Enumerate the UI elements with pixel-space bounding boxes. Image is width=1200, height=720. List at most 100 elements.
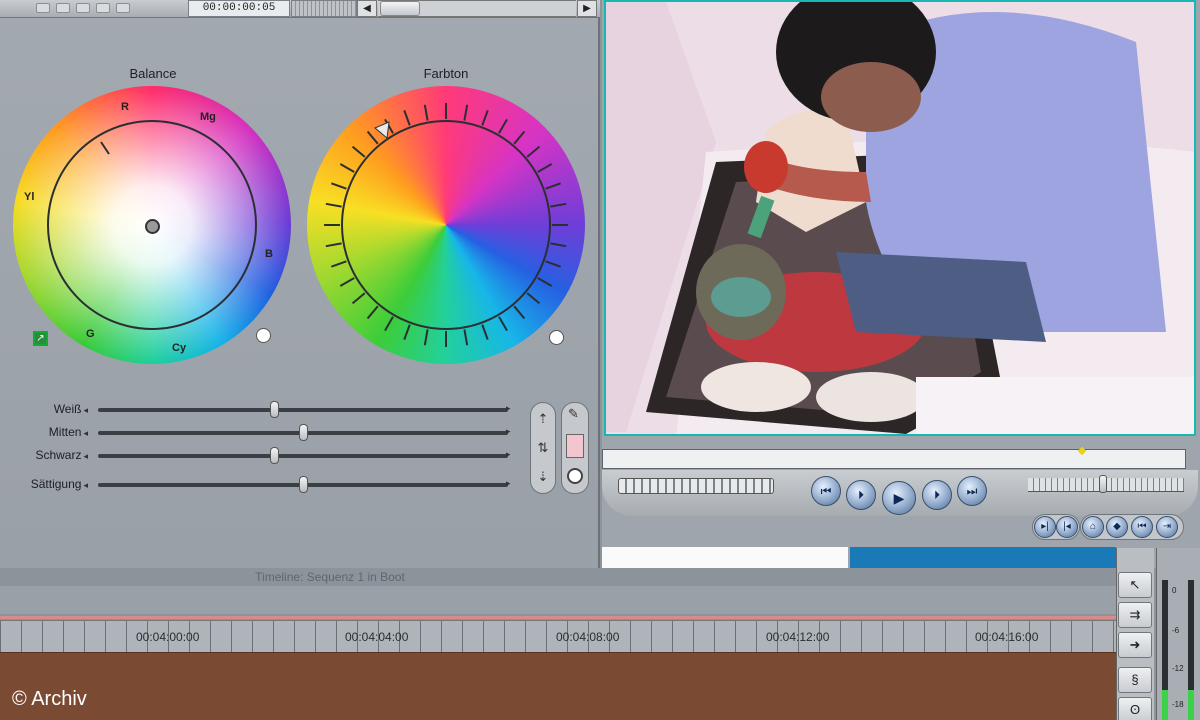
jog-control[interactable] bbox=[291, 0, 357, 17]
match-color-reset-icon[interactable] bbox=[567, 468, 583, 484]
slider-label: Sättigung bbox=[31, 477, 88, 491]
play-button[interactable]: ▶ bbox=[882, 481, 916, 515]
mark-clip-button[interactable]: ⌂ bbox=[1082, 516, 1104, 538]
razor-tool-icon[interactable]: § bbox=[1118, 667, 1152, 693]
play-in-to-out-button[interactable]: ⏵ bbox=[846, 480, 876, 510]
hue-tick bbox=[545, 182, 561, 190]
hue-tick bbox=[423, 329, 429, 346]
play-around-button[interactable]: ⏵ bbox=[922, 480, 952, 510]
hue-tick bbox=[351, 292, 366, 305]
hue-tick bbox=[498, 316, 508, 332]
hue-tick bbox=[481, 324, 489, 340]
wheel-letter-cy: Cy bbox=[172, 342, 187, 354]
scroll-right-button[interactable]: ▶ bbox=[577, 0, 597, 17]
hue-tick bbox=[526, 292, 541, 305]
hue-tick bbox=[331, 182, 347, 190]
hue-tick bbox=[513, 305, 526, 320]
hue-tick bbox=[403, 324, 411, 340]
hue-tick bbox=[513, 130, 526, 145]
slider-arrow-icon[interactable]: ▸ bbox=[506, 426, 511, 437]
slider-arrow-icon[interactable]: ▸ bbox=[506, 403, 511, 414]
hue-tick bbox=[339, 163, 355, 173]
add-keyframe-button[interactable]: ◆ bbox=[1106, 516, 1128, 538]
shuttle-control[interactable] bbox=[618, 478, 774, 494]
mark-out-button[interactable]: |◂ bbox=[1056, 516, 1078, 538]
slider-thumb[interactable] bbox=[299, 476, 308, 493]
hue-tick bbox=[481, 110, 489, 126]
slider-thumb[interactable] bbox=[299, 424, 308, 441]
ruler-label: 00:04:00:00 bbox=[136, 630, 200, 644]
tool-icon[interactable] bbox=[96, 3, 110, 13]
scroll-thumb[interactable] bbox=[380, 1, 420, 16]
scroll-left-button[interactable]: ◀ bbox=[357, 0, 377, 17]
timeline-header-band bbox=[0, 586, 1116, 614]
balance-wheel-title: Balance bbox=[129, 66, 177, 81]
hue-wheel-ticks bbox=[324, 103, 568, 347]
ruler-label: 00:04:12:00 bbox=[766, 630, 830, 644]
audio-meter-left-mask bbox=[1162, 580, 1168, 690]
go-to-previous-edit-button[interactable]: ⏮ bbox=[811, 476, 841, 506]
add-marker-button[interactable]: ⏮ bbox=[1131, 516, 1153, 538]
meter-label: -12 bbox=[1172, 664, 1184, 673]
slider-thumb[interactable] bbox=[270, 447, 280, 464]
selection-tool-icon[interactable]: ↖ bbox=[1118, 572, 1152, 598]
hue-tick bbox=[550, 202, 567, 208]
ruler-label: 00:04:16:00 bbox=[975, 630, 1039, 644]
wheel-letter-r: R bbox=[121, 101, 129, 113]
slider-schwarz[interactable]: Schwarz ▸ bbox=[0, 446, 520, 466]
auto-black-icon[interactable]: ⇣ bbox=[533, 464, 553, 490]
video-image bbox=[606, 2, 1194, 434]
browser-strip bbox=[602, 547, 848, 568]
meter-label: -18 bbox=[1172, 700, 1184, 709]
wheel-letter-mg: Mg bbox=[200, 111, 216, 123]
hue-tick bbox=[403, 110, 411, 126]
zoom-tool-icon[interactable]: ʘ bbox=[1118, 697, 1152, 720]
hue-color-wheel[interactable] bbox=[307, 86, 585, 364]
hue-tick bbox=[463, 104, 469, 121]
go-to-next-edit-button[interactable]: ⏭ bbox=[957, 476, 987, 506]
hue-tick bbox=[366, 305, 379, 320]
slider-arrow-icon[interactable]: ▸ bbox=[506, 449, 511, 460]
app-window: 00:00:00:05 ◀ ▶ Balance R Mg B Cy G Yl ↗… bbox=[0, 0, 1200, 720]
hue-tick bbox=[384, 316, 394, 332]
match-frame-button[interactable]: ⇥ bbox=[1156, 516, 1178, 538]
eyedropper-icon[interactable]: ✎ bbox=[568, 406, 579, 422]
slider-track[interactable] bbox=[98, 408, 508, 412]
slider-arrow-icon[interactable]: ▸ bbox=[506, 478, 511, 489]
slider-saettigung[interactable]: Sättigung ▸ bbox=[0, 475, 520, 495]
hue-wheel-title: Farbton bbox=[423, 66, 469, 81]
tool-icon[interactable] bbox=[56, 3, 70, 13]
tool-icon[interactable] bbox=[36, 3, 50, 13]
wheel-letter-g: G bbox=[86, 328, 95, 340]
auto-contrast-icon[interactable]: ⇅ bbox=[533, 435, 553, 461]
scrubber-bar[interactable] bbox=[602, 449, 1186, 469]
slider-track[interactable] bbox=[98, 454, 508, 458]
image-credit: © Archiv bbox=[12, 688, 87, 710]
ripple-tool-icon[interactable]: ➜ bbox=[1118, 632, 1152, 658]
render-status-bar bbox=[0, 616, 1116, 619]
slider-weiss[interactable]: Weiß ▸ bbox=[0, 400, 520, 420]
timeline-title: Timeline: Sequenz 1 in Boot bbox=[255, 570, 405, 584]
jog-knob[interactable] bbox=[1099, 475, 1107, 493]
hue-reset-handle[interactable] bbox=[549, 330, 564, 345]
tool-icon[interactable] bbox=[76, 3, 90, 13]
video-track-clip[interactable] bbox=[0, 652, 1116, 720]
slider-label: Schwarz bbox=[35, 448, 88, 462]
level-buttons: ⇡ ⇅ ⇣ bbox=[530, 402, 556, 494]
auto-balance-icon[interactable]: ↗ bbox=[33, 331, 48, 346]
slider-thumb[interactable] bbox=[270, 401, 280, 418]
balance-center-handle[interactable] bbox=[145, 219, 160, 234]
track-select-tool-icon[interactable]: ⇉ bbox=[1118, 602, 1152, 628]
selection-strip bbox=[850, 547, 1116, 568]
tool-icon[interactable] bbox=[116, 3, 130, 13]
hue-tick bbox=[423, 104, 429, 121]
slider-mitten[interactable]: Mitten ▸ bbox=[0, 423, 520, 443]
slider-label: Weiß bbox=[54, 402, 88, 416]
hue-tick bbox=[545, 260, 561, 268]
mark-in-button[interactable]: ▸| bbox=[1034, 516, 1056, 538]
timecode-field[interactable]: 00:00:00:05 bbox=[188, 0, 290, 17]
wheel-letter-yl: Yl bbox=[24, 191, 35, 203]
auto-white-icon[interactable]: ⇡ bbox=[533, 406, 553, 432]
match-color-swatch[interactable] bbox=[566, 434, 584, 458]
balance-reset-handle[interactable] bbox=[256, 328, 271, 343]
